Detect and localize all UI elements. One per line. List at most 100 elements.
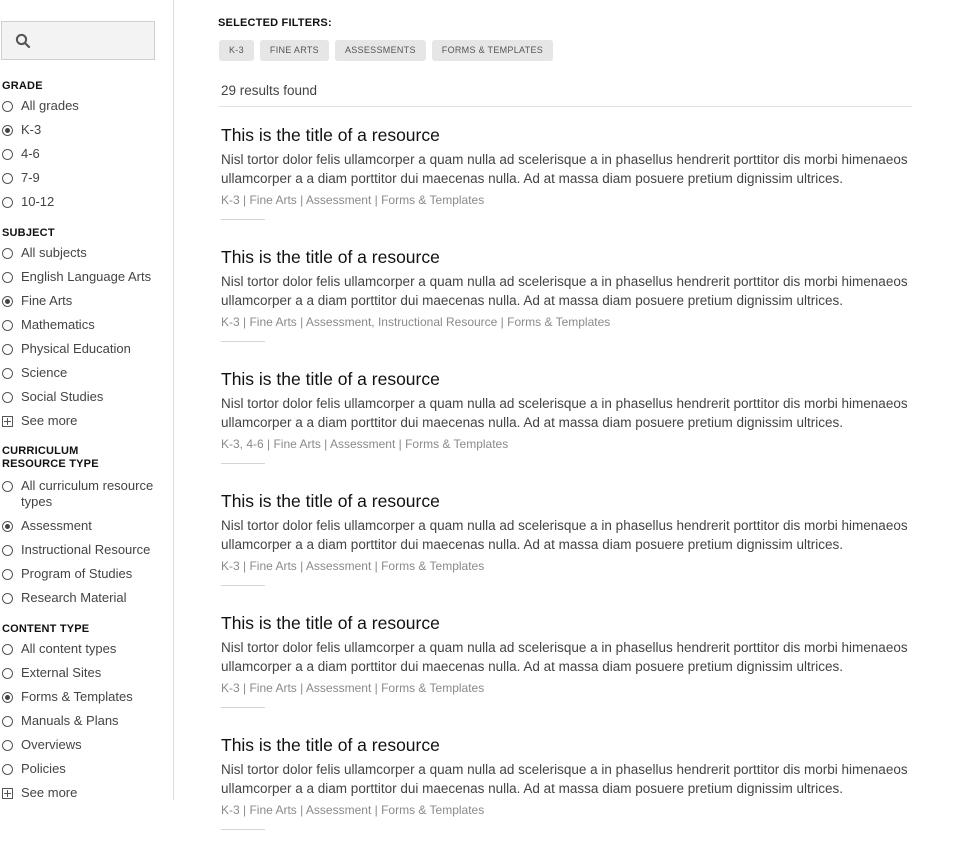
result-title-link[interactable]: This is the title of a resource — [221, 368, 911, 390]
result-item: This is the title of a resource Nisl tor… — [221, 490, 911, 586]
search-icon — [15, 33, 31, 49]
content-type-see-more-button[interactable]: See more — [2, 785, 77, 801]
option-label: Mathematics — [21, 317, 95, 332]
radio-button[interactable] — [2, 568, 13, 580]
content-type-option-overviews[interactable]: Overviews — [2, 737, 82, 753]
result-separator — [221, 829, 265, 830]
see-more-label: See more — [21, 785, 78, 800]
radio-button[interactable] — [2, 391, 13, 403]
radio-button[interactable] — [2, 148, 13, 160]
result-title-link[interactable]: This is the title of a resource — [221, 124, 911, 146]
option-label: K-3 — [21, 122, 42, 137]
grade-option-all[interactable]: All grades — [2, 98, 79, 114]
radio-button[interactable] — [2, 343, 13, 355]
selected-filters-chips: K-3 FINE ARTS ASSESSMENTS FORMS & TEMPLA… — [219, 40, 554, 61]
search-box[interactable] — [1, 21, 155, 60]
radio-button-selected[interactable] — [2, 520, 13, 532]
content-type-option-forms-templates[interactable]: Forms & Templates — [2, 689, 133, 705]
option-label: 7-9 — [21, 170, 40, 185]
search-input[interactable] — [38, 30, 148, 52]
subject-option-all[interactable]: All subjects — [2, 245, 87, 261]
subject-option-physical-education[interactable]: Physical Education — [2, 341, 131, 357]
option-label: Forms & Templates — [21, 689, 133, 704]
result-separator — [221, 585, 265, 586]
filter-chip-forms-templates[interactable]: FORMS & TEMPLATES — [431, 40, 554, 61]
radio-button-selected[interactable] — [2, 124, 13, 136]
result-title-link[interactable]: This is the title of a resource — [221, 612, 911, 634]
radio-button[interactable] — [2, 100, 13, 112]
result-item: This is the title of a resource Nisl tor… — [221, 246, 911, 342]
option-label: English Language Arts — [21, 269, 152, 284]
radio-button[interactable] — [2, 763, 13, 775]
content-type-heading: CONTENT TYPE — [2, 623, 90, 635]
grade-option-4-6[interactable]: 4-6 — [2, 146, 40, 162]
result-description: Nisl tortor dolor felis ullamcorper a qu… — [221, 274, 908, 308]
radio-button[interactable] — [2, 715, 13, 727]
results-divider — [219, 106, 912, 107]
result-meta: K-3 | Fine Arts | Assessment | Forms & T… — [221, 681, 485, 695]
radio-button[interactable] — [2, 247, 13, 259]
content-type-option-all[interactable]: All content types — [2, 641, 116, 657]
result-title-link[interactable]: This is the title of a resource — [221, 490, 911, 512]
radio-button[interactable] — [2, 271, 13, 283]
content-type-option-policies[interactable]: Policies — [2, 761, 66, 777]
subject-see-more-button[interactable]: See more — [2, 413, 77, 429]
result-item: This is the title of a resource Nisl tor… — [221, 734, 911, 830]
grade-option-k-3[interactable]: K-3 — [2, 122, 41, 138]
radio-button-selected[interactable] — [2, 295, 13, 307]
option-label: External Sites — [21, 665, 102, 680]
subject-option-mathematics[interactable]: Mathematics — [2, 317, 95, 333]
result-meta: K-3 | Fine Arts | Assessment | Forms & T… — [221, 193, 485, 207]
radio-button[interactable] — [2, 544, 13, 556]
content-type-option-manuals-plans[interactable]: Manuals & Plans — [2, 713, 119, 729]
subject-heading: SUBJECT — [2, 227, 55, 239]
result-separator — [221, 219, 265, 220]
result-meta: K-3, 4-6 | Fine Arts | Assessment | Form… — [221, 437, 509, 451]
option-label: Policies — [21, 761, 66, 776]
grade-option-7-9[interactable]: 7-9 — [2, 170, 40, 186]
option-label: All subjects — [21, 245, 87, 260]
option-label: All content types — [21, 641, 117, 656]
radio-button[interactable] — [2, 367, 13, 379]
radio-button[interactable] — [2, 643, 13, 655]
resource-type-option-all[interactable]: All curriculum resource types — [2, 478, 161, 510]
radio-button[interactable] — [2, 319, 13, 331]
result-description: Nisl tortor dolor felis ullamcorper a qu… — [221, 762, 908, 796]
radio-button[interactable] — [2, 172, 13, 184]
subject-option-social-studies[interactable]: Social Studies — [2, 389, 103, 405]
see-more-label: See more — [21, 413, 78, 428]
result-item: This is the title of a resource Nisl tor… — [221, 612, 911, 708]
resource-type-option-program-of-studies[interactable]: Program of Studies — [2, 566, 132, 582]
filter-chip-k-3[interactable]: K-3 — [219, 40, 254, 61]
result-title-link[interactable]: This is the title of a resource — [221, 246, 911, 268]
results-count: 29 results found — [221, 83, 318, 98]
option-label: All curriculum resource types — [21, 478, 154, 509]
resource-type-option-instructional-resource[interactable]: Instructional Resource — [2, 542, 150, 558]
radio-button-selected[interactable] — [2, 691, 13, 703]
option-label: Social Studies — [21, 389, 104, 404]
result-separator — [221, 707, 265, 708]
radio-button[interactable] — [2, 739, 13, 751]
filter-chip-assessments[interactable]: ASSESSMENTS — [334, 40, 426, 61]
result-title-link[interactable]: This is the title of a resource — [221, 734, 911, 756]
option-label: 10-12 — [21, 194, 55, 209]
subject-option-science[interactable]: Science — [2, 365, 67, 381]
option-label: Fine Arts — [21, 293, 73, 308]
result-separator — [221, 341, 265, 342]
subject-option-fine-arts[interactable]: Fine Arts — [2, 293, 72, 309]
content-type-option-external-sites[interactable]: External Sites — [2, 665, 101, 681]
subject-option-english-language-arts[interactable]: English Language Arts — [2, 269, 151, 285]
resource-type-option-assessment[interactable]: Assessment — [2, 518, 92, 534]
result-description: Nisl tortor dolor felis ullamcorper a qu… — [221, 152, 908, 186]
radio-button[interactable] — [2, 592, 13, 604]
option-label: Overviews — [21, 737, 82, 752]
radio-button[interactable] — [2, 196, 13, 208]
radio-button[interactable] — [2, 667, 13, 679]
option-label: Program of Studies — [21, 566, 133, 581]
result-item: This is the title of a resource Nisl tor… — [221, 124, 911, 220]
option-label: Instructional Resource — [21, 542, 151, 557]
grade-option-10-12[interactable]: 10-12 — [2, 194, 54, 210]
filter-chip-fine-arts[interactable]: FINE ARTS — [259, 40, 329, 61]
resource-type-option-research-material[interactable]: Research Material — [2, 590, 127, 606]
radio-button[interactable] — [2, 480, 13, 492]
